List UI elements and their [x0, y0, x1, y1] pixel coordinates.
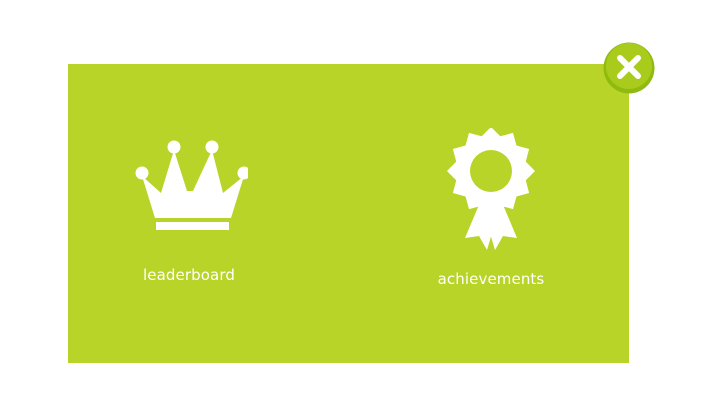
leaderboard-button[interactable]: leaderboard	[126, 140, 252, 284]
menu-panel: leaderboard achievements	[68, 64, 629, 363]
achievements-label: achievements	[437, 270, 545, 288]
achievements-button[interactable]: achievements	[428, 128, 554, 288]
award-ribbon-icon	[447, 128, 535, 250]
close-icon	[603, 42, 655, 94]
page-stage: leaderboard achievements	[0, 0, 704, 401]
crown-icon	[135, 140, 248, 230]
close-button[interactable]	[603, 42, 655, 94]
leaderboard-label: leaderboard	[143, 266, 235, 284]
